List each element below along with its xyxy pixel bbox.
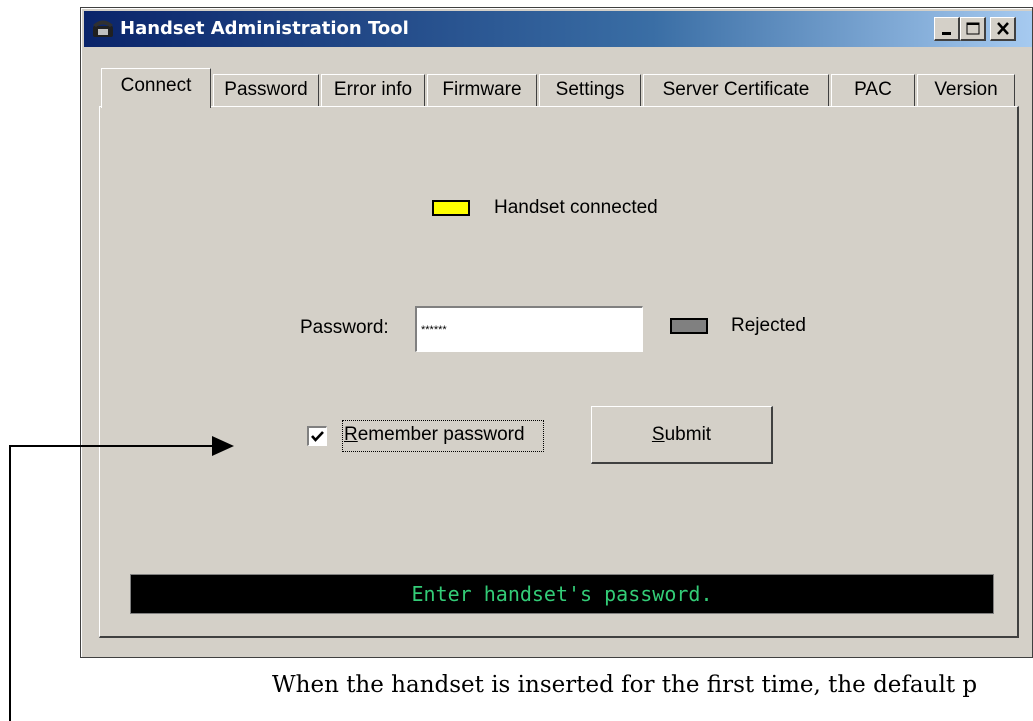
remember-password-label[interactable]: Remember password (344, 424, 525, 446)
minimize-button[interactable] (934, 17, 960, 41)
tab-connect[interactable]: Connect (101, 68, 211, 108)
annotation-arrow-horizontal (9, 445, 214, 447)
tab-pac[interactable]: PAC (831, 74, 915, 106)
close-button[interactable] (990, 17, 1016, 41)
tab-panel-connect (99, 106, 1019, 638)
password-label: Password: (300, 317, 389, 338)
submit-button[interactable]: Submit (591, 406, 773, 464)
handset-status-label: Handset connected (494, 197, 658, 218)
checkmark-icon (311, 431, 324, 442)
tab-settings[interactable]: Settings (539, 74, 641, 106)
arrowhead-icon (212, 436, 234, 456)
document-caption: When the handset is inserted for the fir… (272, 672, 978, 698)
password-input[interactable] (415, 306, 643, 352)
status-message-bar: Enter handset's password. (130, 574, 994, 614)
handset-status-led (432, 200, 470, 216)
tab-server-certificate[interactable]: Server Certificate (643, 74, 829, 106)
tab-error-info[interactable]: Error info (321, 74, 425, 106)
window-title: Handset Administration Tool (120, 18, 409, 39)
tab-password[interactable]: Password (213, 74, 319, 106)
title-bar: Handset Administration Tool (84, 11, 1032, 47)
tab-firmware[interactable]: Firmware (427, 74, 537, 106)
rejected-status-led (670, 318, 708, 334)
annotation-arrow-vertical (9, 445, 11, 721)
tab-version[interactable]: Version (917, 74, 1015, 106)
remember-password-checkbox[interactable] (307, 426, 327, 446)
rejected-label: Rejected (731, 315, 806, 336)
maximize-button[interactable] (960, 17, 986, 41)
telephone-icon (92, 18, 114, 38)
